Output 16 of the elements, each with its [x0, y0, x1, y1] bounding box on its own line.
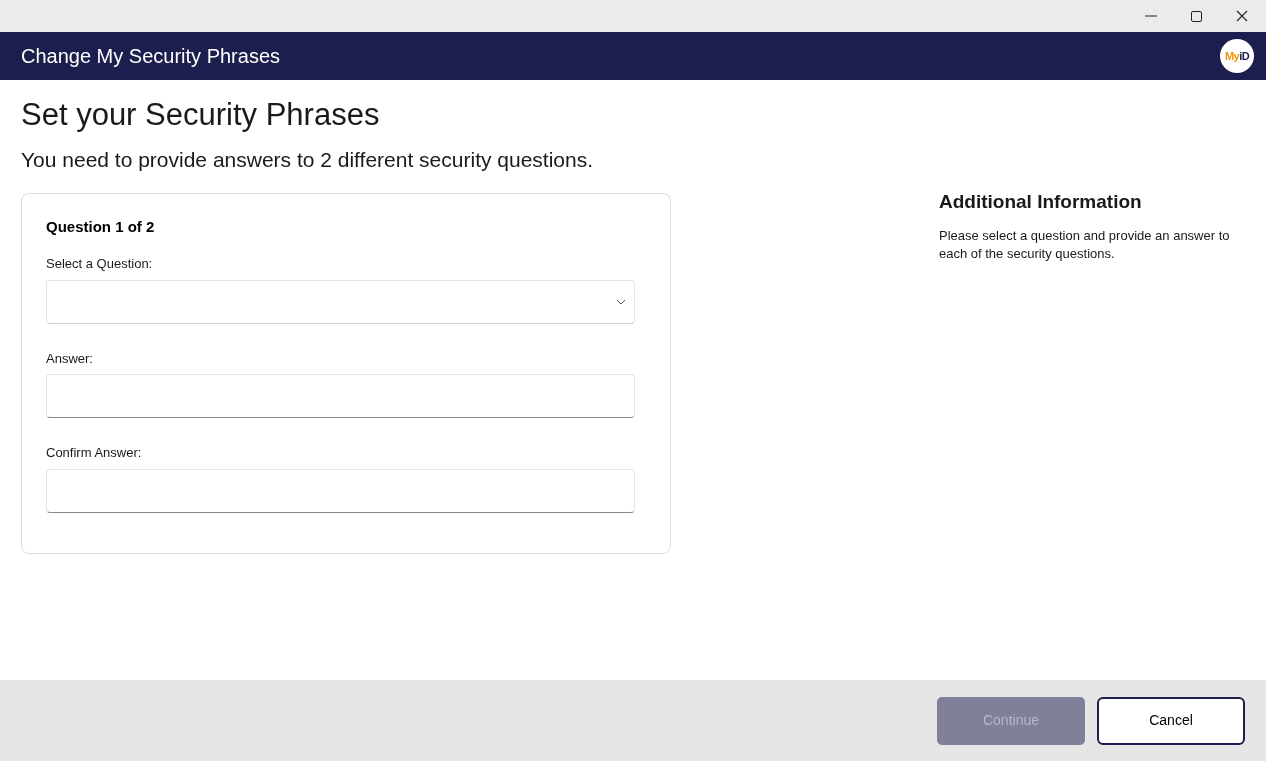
cancel-button[interactable]: Cancel [1097, 696, 1245, 745]
window-title: Change My Security Phrases [21, 44, 280, 69]
page-heading: Set your Security Phrases [21, 96, 381, 134]
field-label: Select a Question: [46, 255, 154, 273]
chevron-down-icon [616, 298, 626, 305]
answer-field[interactable] [46, 374, 635, 418]
info-title: Additional Information [939, 190, 1143, 214]
logo: MyiD [1220, 39, 1254, 73]
maximize-icon[interactable] [1191, 10, 1202, 22]
field-label: Confirm Answer: [46, 444, 143, 462]
card-title: Question 1 of 2 [46, 216, 156, 237]
field-label: Answer: [46, 349, 94, 368]
page-subheading: You need to provide answers to 2 different security questions. [21, 147, 595, 173]
answer-field[interactable] [46, 468, 635, 513]
close-icon[interactable] [1236, 10, 1248, 22]
info-text: Please select a question and provide an answer to each of the security questions. [939, 226, 1231, 263]
